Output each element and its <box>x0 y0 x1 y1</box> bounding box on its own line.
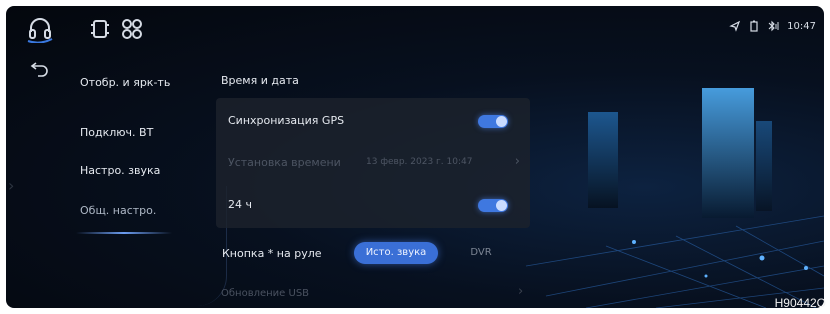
clock: 10:47 <box>787 20 816 32</box>
date-time-panel: Синхронизация GPS Установка времени 13 ф… <box>216 98 530 228</box>
option-sound-source[interactable]: Исто. звука <box>354 242 438 264</box>
option-dvr[interactable]: DVR <box>458 242 504 264</box>
navigation-icon <box>729 20 741 32</box>
sidebar-active-indicator <box>76 232 172 234</box>
24h-format-row[interactable]: 24 ч <box>216 186 530 226</box>
section-title: Время и дата <box>221 74 299 87</box>
device-settings-icon[interactable] <box>86 15 114 43</box>
fan-icon[interactable] <box>118 15 146 43</box>
headset-icon[interactable] <box>26 15 54 43</box>
battery-icon <box>750 20 758 32</box>
chevron-right-icon: › <box>514 154 520 169</box>
steering-button-label: Кнопка * на руле <box>222 247 322 260</box>
sidebar-item-general[interactable]: Общ. настро. <box>80 204 156 217</box>
sidebar-item-bluetooth[interactable]: Подключ. BT <box>80 126 153 139</box>
usb-update-row[interactable]: Обновление USB <box>221 288 309 299</box>
24h-format-toggle[interactable] <box>478 199 508 212</box>
gps-sync-row[interactable]: Синхронизация GPS <box>216 102 530 142</box>
car-settings-screen: 10:47 › Отобр. и ярк-ть Подключ. BT Наст… <box>0 0 830 314</box>
sidebar-item-display[interactable]: Отобр. и ярк-ть <box>80 76 170 89</box>
24h-format-label: 24 ч <box>228 198 252 211</box>
gps-sync-toggle[interactable] <box>478 115 508 128</box>
top-bar: 10:47 <box>6 6 824 52</box>
chevron-right-icon[interactable]: › <box>518 284 523 299</box>
bluetooth-signal-icon <box>768 20 779 32</box>
status-area: 10:47 <box>729 20 816 32</box>
side-expand-chevron-icon[interactable]: › <box>8 176 14 195</box>
city-grid-background <box>526 88 824 308</box>
back-arrow-icon[interactable] <box>30 60 50 78</box>
set-time-label: Установка времени <box>228 156 341 169</box>
figure-code: H90442O <box>774 296 826 310</box>
sidebar-item-sound[interactable]: Настро. звука <box>80 164 160 177</box>
display-area: 10:47 › Отобр. и ярк-ть Подключ. BT Наст… <box>6 6 824 308</box>
set-time-row: Установка времени 13 февр. 2023 г. 10:47… <box>216 144 530 184</box>
set-time-value: 13 февр. 2023 г. 10:47 <box>366 157 473 167</box>
gps-sync-label: Синхронизация GPS <box>228 114 345 127</box>
